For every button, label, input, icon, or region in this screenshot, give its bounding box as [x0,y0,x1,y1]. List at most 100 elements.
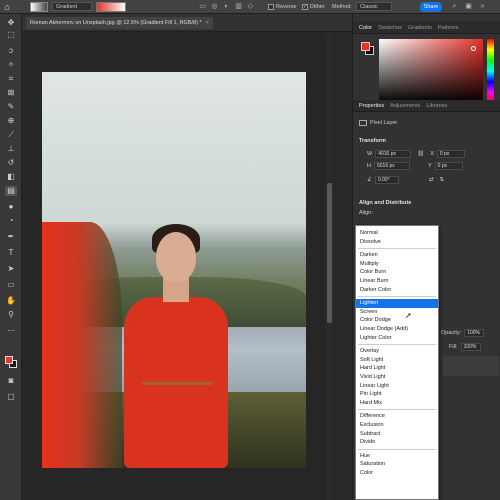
x-label: X [430,151,434,157]
brush-icon[interactable]: ⟋ [5,130,17,140]
blend-mode-separator [358,248,436,250]
blend-mode-separator [358,296,436,298]
tools-panel: ✥ ⬚ ↄ ✧ ⌗ ⊠ ✎ ⊕ ⟋ ⊥ ↺ ◧ ▤ ● ◔ ✒ T ➤ ▭ ✋ … [0,14,22,500]
dither-checkbox-box[interactable]: ✓ [302,4,308,10]
blend-mode-item[interactable]: Divide [356,438,438,447]
flip-vertical-icon[interactable]: ⇅ [440,177,445,183]
reverse-checkbox[interactable]: Reverse [268,4,296,10]
panel-foreground-swatch[interactable] [361,42,370,51]
align-row: Align: [359,210,373,216]
type-icon[interactable]: T [5,248,17,258]
options-bar: ⌂ Gradient ▭ ◎ ◐ ▥ ◇ Reverse ✓ Dither Met… [0,0,500,14]
rectangle-icon[interactable]: ▭ [5,280,17,290]
tool-preset-dropdown[interactable]: Gradient [52,2,92,11]
photo-canvas[interactable] [42,72,306,468]
angle-field[interactable]: 0.00° [374,176,399,184]
workspace-icon[interactable]: ▣ [464,2,473,11]
color-picker-field[interactable] [379,39,483,103]
blend-mode-separator [358,448,436,450]
stamp-icon[interactable]: ⊥ [5,144,17,154]
flip-horizontal-icon[interactable]: ⇄ [429,177,434,183]
opacity-field[interactable]: 100% [464,329,485,337]
w-field[interactable]: 4016 px [375,150,412,158]
align-label: Align: [359,210,373,216]
collapse-icon[interactable]: » [478,2,487,11]
layer-row[interactable] [443,356,499,376]
home-icon[interactable]: ⌂ [0,0,14,14]
fill-field[interactable]: 100% [460,343,481,351]
foreground-color-swatch[interactable] [5,356,13,364]
document-tab[interactable]: Roman Akhermov on Unsplash.jpg @ 12.5% (… [26,17,213,29]
blend-mode-item[interactable]: Darker Color [356,286,438,295]
history-brush-icon[interactable]: ↺ [5,158,17,168]
blend-mode-item[interactable]: Lighter Color [356,334,438,343]
share-button[interactable]: Share [420,2,442,12]
hand-icon[interactable]: ✋ [5,296,17,306]
tab-color[interactable]: Color [359,25,372,31]
linear-gradient-icon[interactable]: ▭ [198,2,207,11]
zoom-icon[interactable]: ⚲ [5,310,17,320]
lasso-icon[interactable]: ↄ [5,46,17,56]
tab-gradients[interactable]: Gradients [408,25,432,31]
dress-belt [142,382,212,385]
x-field[interactable]: 0 px [436,150,465,158]
tab-adjustments[interactable]: Adjustments [390,103,420,109]
move-icon[interactable]: ✥ [5,18,17,28]
angle-value: 0.00° [377,177,390,183]
color-picker-ring[interactable] [471,46,476,51]
h-field[interactable]: 6016 px [373,162,410,170]
reflected-gradient-icon[interactable]: ▥ [234,2,243,11]
blend-mode-item[interactable]: Hard Mix [356,399,438,408]
pixel-layer-icon [359,120,367,126]
dither-checkbox[interactable]: ✓ Dither [302,4,325,10]
crop-icon[interactable]: ⌗ [5,74,17,84]
diamond-gradient-icon[interactable]: ◇ [246,2,255,11]
more-tools-icon[interactable]: ⋯ [5,326,17,336]
blur-icon[interactable]: ● [5,202,17,212]
x-value: 0 px [439,151,450,157]
eyedropper-icon[interactable]: ✎ [5,102,17,112]
frame-icon[interactable]: ⊠ [5,88,17,98]
y-field[interactable]: 0 px [434,162,463,170]
quick-mask-icon[interactable]: ◙ [5,376,17,386]
magic-wand-icon[interactable]: ✧ [5,60,17,70]
hue-slider[interactable] [487,39,494,103]
angle-gradient-icon[interactable]: ◐ [222,2,231,11]
method-dropdown[interactable]: Classic [356,2,392,11]
marquee-icon[interactable]: ⬚ [5,30,17,40]
close-icon[interactable]: × [206,20,209,26]
transform-w-row: W 4016 px ⛓ X 0 px [367,150,465,158]
vertical-scrollbar[interactable] [325,33,334,500]
opacity-value: 100% [467,330,480,336]
radial-gradient-icon[interactable]: ◎ [210,2,219,11]
h-value: 6016 px [376,163,395,169]
tab-patterns[interactable]: Patterns [438,25,458,31]
tab-libraries[interactable]: Libraries [426,103,447,109]
tab-swatches[interactable]: Swatches [378,25,402,31]
screen-mode-icon[interactable]: ▢ [5,392,17,402]
scrollbar-thumb[interactable] [327,183,332,323]
gradient-icon[interactable]: ▤ [5,186,17,196]
path-select-icon[interactable]: ➤ [5,264,17,274]
document-title: Roman Akhermov on Unsplash.jpg @ 12.5% (… [30,20,202,26]
healing-icon[interactable]: ⊕ [5,116,17,126]
y-value: 0 px [437,163,448,169]
dodge-icon[interactable]: ◔ [5,216,17,226]
red-gradient-bushes [42,222,122,468]
share-label: Share [423,4,439,10]
fill-row: Fill: 100% [449,342,499,352]
reverse-label: Reverse [276,4,297,10]
reverse-checkbox-box[interactable] [268,4,274,10]
eraser-icon[interactable]: ◧ [5,172,17,182]
blend-mode-dropdown[interactable]: Normal Dissolve Darken Multiply Color Burn Li… [355,225,439,500]
pen-icon[interactable]: ✒ [5,232,17,242]
gradient-preview[interactable] [96,1,126,12]
blend-mode-item[interactable]: Dissolve [356,238,438,247]
link-icon[interactable]: ⛓ [417,151,424,157]
tab-properties[interactable]: Properties [359,103,384,109]
search-icon[interactable]: ⌕ [450,2,459,11]
gradient-tool-preset-icon[interactable] [30,1,48,12]
transform-angle-row: ∠ 0.00° ⇄ ⇅ [367,176,444,184]
document-tab-bar: Roman Akhermov on Unsplash.jpg @ 12.5% (… [22,14,352,32]
blend-mode-item[interactable]: Color [356,469,438,478]
